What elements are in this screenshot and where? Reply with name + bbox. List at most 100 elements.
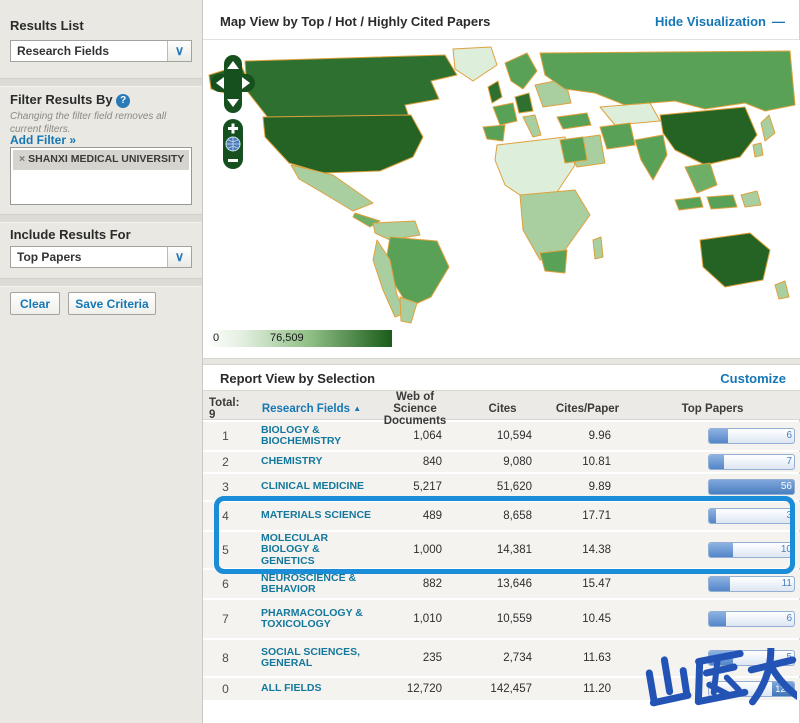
column-header-top-papers[interactable]: Top Papers bbox=[625, 403, 800, 415]
top-papers-value: 7 bbox=[786, 456, 792, 467]
filter-chip-label: SHANXI MEDICAL UNIVERSITY bbox=[28, 153, 184, 165]
help-icon[interactable]: ? bbox=[116, 94, 130, 108]
sort-asc-icon: ▲ bbox=[353, 404, 361, 413]
top-papers-cell: 3 bbox=[625, 508, 800, 524]
column-header-research-fields[interactable]: Research Fields ▲ bbox=[248, 403, 375, 415]
table-row: 5MOLECULAR BIOLOGY & GENETICS1,00014,381… bbox=[203, 532, 800, 568]
research-field-link[interactable]: ALL FIELDS bbox=[248, 683, 375, 694]
customize-link[interactable]: Customize bbox=[720, 371, 786, 386]
top-papers-bar[interactable]: 121 bbox=[708, 681, 795, 697]
research-field-link[interactable]: MOLECULAR BIOLOGY & GENETICS bbox=[248, 533, 375, 567]
top-papers-value: 121 bbox=[772, 682, 794, 696]
add-filter-link[interactable]: Add Filter » bbox=[10, 133, 76, 147]
top-papers-bar[interactable]: 3 bbox=[708, 508, 795, 524]
cites-per-paper-value: 11.63 bbox=[550, 652, 625, 664]
zoom-out-icon[interactable] bbox=[228, 159, 238, 162]
row-rank: 3 bbox=[203, 480, 248, 494]
bar-fill bbox=[709, 651, 733, 665]
cites-value: 142,457 bbox=[455, 683, 550, 695]
section-divider bbox=[203, 358, 800, 365]
top-papers-cell: 5 bbox=[625, 650, 800, 666]
research-field-link[interactable]: CLINICAL MEDICINE bbox=[248, 481, 375, 492]
cites-value: 14,381 bbox=[455, 544, 550, 556]
results-list-dropdown[interactable]: Research Fields ∨ bbox=[10, 40, 192, 62]
column-header-documents[interactable]: Web of Science Documents bbox=[375, 391, 455, 427]
active-filters-listbox[interactable]: ×SHANXI MEDICAL UNIVERSITY bbox=[10, 147, 192, 205]
top-papers-cell: 7 bbox=[625, 454, 800, 470]
row-rank: 4 bbox=[203, 509, 248, 523]
table-body: 1BIOLOGY & BIOCHEMISTRY1,06410,5949.9662… bbox=[203, 422, 800, 700]
research-field-link[interactable]: PHARMACOLOGY & TOXICOLOGY bbox=[248, 608, 375, 631]
top-papers-bar[interactable]: 10 bbox=[708, 542, 795, 558]
table-row: 0ALL FIELDS12,720142,45711.20121 bbox=[203, 678, 800, 700]
chevron-down-icon[interactable]: ∨ bbox=[167, 247, 191, 267]
research-field-link[interactable]: SOCIAL SCIENCES, GENERAL bbox=[248, 647, 375, 670]
sidebar-divider bbox=[0, 278, 202, 287]
chevron-down-icon[interactable]: ∨ bbox=[167, 41, 191, 61]
results-list-dropdown-value: Research Fields bbox=[11, 44, 167, 58]
column-header-cites[interactable]: Cites bbox=[455, 403, 550, 415]
clear-button[interactable]: Clear bbox=[10, 292, 60, 315]
top-papers-bar[interactable]: 6 bbox=[708, 428, 795, 444]
cites-per-paper-value: 9.89 bbox=[550, 481, 625, 493]
cites-value: 8,658 bbox=[455, 510, 550, 522]
table-row: 1BIOLOGY & BIOCHEMISTRY1,06410,5949.966 bbox=[203, 422, 800, 450]
remove-filter-icon[interactable]: × bbox=[19, 153, 25, 165]
bar-fill bbox=[709, 509, 716, 523]
research-field-link[interactable]: BIOLOGY & BIOCHEMISTRY bbox=[248, 425, 375, 448]
cites-value: 13,646 bbox=[455, 578, 550, 590]
top-papers-bar[interactable]: 6 bbox=[708, 611, 795, 627]
hide-visualization-link[interactable]: Hide Visualization— bbox=[655, 14, 785, 29]
map-header: Map View by Top / Hot / Highly Cited Pap… bbox=[203, 0, 799, 40]
filter-results-heading: Filter Results By ? bbox=[10, 92, 130, 108]
bar-fill bbox=[709, 577, 730, 591]
row-rank: 7 bbox=[203, 612, 248, 626]
sidebar-divider bbox=[0, 214, 202, 223]
top-papers-value: 6 bbox=[786, 613, 792, 624]
top-papers-bar[interactable]: 11 bbox=[708, 576, 795, 592]
top-papers-value: 3 bbox=[786, 510, 792, 521]
documents-value: 12,720 bbox=[375, 683, 455, 695]
row-rank: 0 bbox=[203, 682, 248, 696]
top-papers-value: 6 bbox=[786, 430, 792, 441]
cites-value: 2,734 bbox=[455, 652, 550, 664]
top-papers-bar[interactable]: 56 bbox=[708, 479, 795, 495]
bar-fill bbox=[709, 612, 726, 626]
top-papers-cell: 6 bbox=[625, 611, 800, 627]
documents-value: 235 bbox=[375, 652, 455, 664]
cites-per-paper-value: 9.96 bbox=[550, 430, 625, 442]
cites-per-paper-value: 10.81 bbox=[550, 456, 625, 468]
include-results-dropdown-value: Top Papers bbox=[11, 250, 167, 264]
sidebar: Results List Research Fields ∨ Filter Re… bbox=[0, 0, 203, 723]
filter-chip[interactable]: ×SHANXI MEDICAL UNIVERSITY bbox=[13, 150, 189, 170]
report-header: Report View by Selection Customize bbox=[203, 365, 800, 390]
main-panel: Map View by Top / Hot / Highly Cited Pap… bbox=[203, 0, 800, 723]
table-row: 2CHEMISTRY8409,08010.817 bbox=[203, 452, 800, 472]
top-papers-cell: 121 bbox=[625, 681, 800, 697]
minus-icon: — bbox=[772, 14, 785, 29]
column-header-cites-paper[interactable]: Cites/Paper bbox=[550, 403, 625, 415]
top-papers-bar[interactable]: 7 bbox=[708, 454, 795, 470]
cites-per-paper-value: 14.38 bbox=[550, 544, 625, 556]
research-field-link[interactable]: CHEMISTRY bbox=[248, 456, 375, 467]
map-controls[interactable] bbox=[211, 55, 257, 171]
report-title: Report View by Selection bbox=[220, 371, 375, 386]
map-legend: 0 76,509 bbox=[210, 330, 392, 347]
documents-value: 1,064 bbox=[375, 430, 455, 442]
cites-value: 10,559 bbox=[455, 613, 550, 625]
total-count: Total:9 bbox=[203, 397, 248, 421]
include-results-dropdown[interactable]: Top Papers ∨ bbox=[10, 246, 192, 268]
top-papers-value: 10 bbox=[781, 544, 792, 555]
row-rank: 8 bbox=[203, 651, 248, 665]
research-field-link[interactable]: MATERIALS SCIENCE bbox=[248, 510, 375, 521]
save-criteria-button[interactable]: Save Criteria bbox=[68, 292, 156, 315]
table-row: 8SOCIAL SCIENCES, GENERAL2352,73411.63 5 bbox=[203, 640, 800, 676]
research-field-link[interactable]: NEUROSCIENCE & BEHAVIOR bbox=[248, 573, 375, 596]
map-title: Map View by Top / Hot / Highly Cited Pap… bbox=[220, 14, 490, 29]
table-row: 3CLINICAL MEDICINE5,21751,6209.8956 bbox=[203, 474, 800, 500]
sidebar-divider bbox=[0, 78, 202, 87]
cites-per-paper-value: 17.71 bbox=[550, 510, 625, 522]
top-papers-bar[interactable]: 5 bbox=[708, 650, 795, 666]
top-papers-cell: 56 bbox=[625, 479, 800, 495]
world-map[interactable] bbox=[205, 45, 798, 325]
